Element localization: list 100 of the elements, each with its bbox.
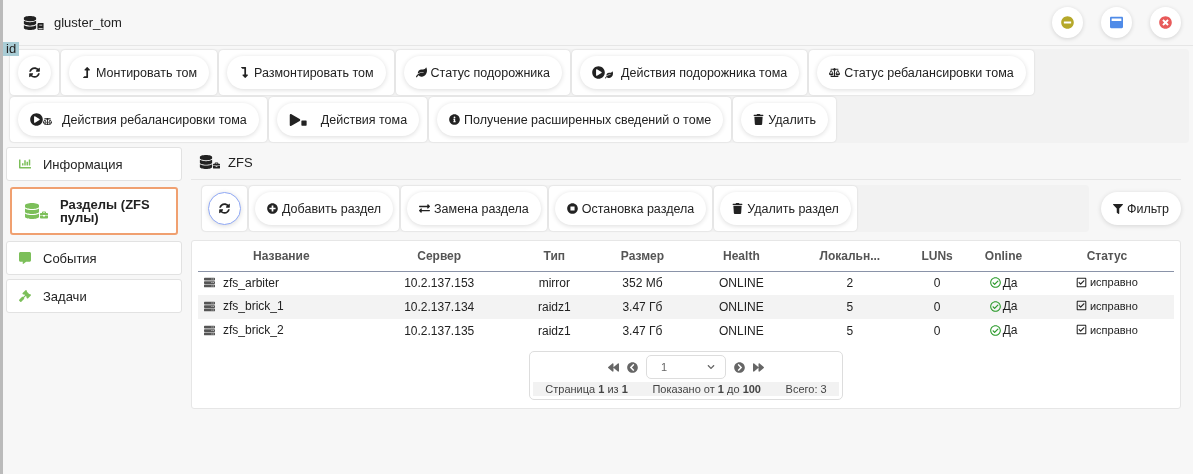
server-icon	[204, 324, 215, 336]
sidebar-item[interactable]: Задачи	[6, 279, 182, 313]
column-header[interactable]: Тип	[513, 241, 595, 271]
sidebar-item[interactable]: Информация	[6, 147, 182, 181]
table-cell: 3.47 Гб	[622, 300, 663, 314]
action-button[interactable]: Статус ребалансировки тома	[817, 56, 1026, 89]
window-title: gluster_tom	[54, 15, 123, 30]
sidebar-label: Информация	[43, 157, 123, 171]
refresh-icon	[219, 203, 230, 214]
check-icon	[989, 324, 1001, 336]
window-icon	[1110, 16, 1123, 29]
gavel-icon	[19, 290, 31, 302]
table-cell: zfs_arbiter	[223, 275, 280, 290]
maximize-button[interactable]	[1101, 7, 1132, 38]
column-header[interactable]: Статус	[1039, 241, 1174, 271]
table-cell: исправно	[1089, 276, 1138, 288]
action-button[interactable]: Действия подорожника тома	[580, 56, 800, 89]
table-cell: 0	[933, 276, 941, 291]
arrow-down-icon	[239, 67, 251, 78]
chevron-down-icon	[707, 363, 715, 371]
server-icon	[204, 277, 215, 288]
action-button[interactable]: Удалить	[741, 103, 828, 136]
filter-button[interactable]: Фильтр	[1101, 192, 1181, 225]
minus-icon	[1061, 16, 1074, 29]
filter-icon	[1113, 203, 1123, 214]
sidebar-label: События	[43, 251, 97, 265]
table-cell: 2	[846, 276, 854, 291]
column-header[interactable]: Online	[967, 241, 1040, 271]
table-cell: 10.2.137.134	[404, 300, 475, 314]
action-button[interactable]: Добавить раздел	[255, 192, 394, 225]
id-tag: id	[3, 42, 20, 56]
swap-icon	[419, 203, 431, 214]
shown-range: Показано от 1 до 100	[652, 383, 761, 395]
table-cell: ONLINE	[719, 324, 764, 338]
play-stop-icon	[288, 113, 307, 126]
action-button[interactable]: Остановка раздела	[554, 192, 707, 225]
check-icon	[989, 277, 1001, 288]
sidebar-item[interactable]: События	[6, 241, 182, 275]
database-icon	[24, 203, 48, 219]
refresh-button[interactable]	[18, 56, 51, 89]
refresh-button[interactable]	[208, 192, 241, 225]
column-header[interactable]: Название	[198, 241, 365, 271]
action-button[interactable]: Статус подорожника	[403, 56, 562, 89]
check-icon	[989, 300, 1001, 312]
action-button[interactable]: Замена раздела	[407, 192, 541, 225]
column-header[interactable]: Размер	[594, 241, 690, 271]
scales-icon	[829, 67, 841, 78]
action-button[interactable]: Действия тома	[276, 103, 420, 136]
chart-icon	[19, 158, 31, 170]
table-cell: zfs_brick_2	[223, 323, 284, 338]
section-title: ZFS	[228, 154, 253, 170]
checkbox-icon	[1075, 324, 1087, 336]
server-icon	[204, 300, 215, 312]
action-button[interactable]: Удалить раздел	[720, 192, 851, 225]
table-cell: zfs_brick_1	[223, 299, 284, 314]
page-select[interactable]: 1	[646, 355, 726, 379]
column-header[interactable]: Сервер	[364, 241, 514, 271]
first-page-icon[interactable]	[608, 361, 619, 373]
table-cell: 352 Мб	[622, 276, 663, 291]
action-button[interactable]: Размонтировать том	[227, 56, 386, 89]
table-cell: исправно	[1089, 323, 1138, 336]
leaf-icon	[415, 67, 427, 78]
table-cell: Да	[1002, 275, 1018, 290]
table-cell: 5	[846, 324, 854, 338]
trash-icon	[753, 114, 765, 125]
database-icon	[23, 15, 44, 30]
table-cell: ONLINE	[719, 300, 764, 314]
column-header[interactable]: Локальн...	[792, 241, 907, 271]
total-count: Всего: 3	[785, 383, 827, 395]
column-header[interactable]: Health	[689, 241, 793, 271]
table-cell: исправно	[1089, 299, 1138, 312]
table-cell: raidz1	[538, 300, 571, 314]
table-cell: Да	[1002, 299, 1018, 314]
prev-page-icon[interactable]	[627, 361, 638, 373]
last-page-icon[interactable]	[753, 361, 764, 373]
trash-icon	[732, 203, 744, 214]
table-cell: 0	[933, 324, 941, 338]
action-button[interactable]: Монтировать том	[69, 56, 210, 89]
column-header[interactable]: LUNs	[906, 241, 968, 271]
table-cell: 10.2.137.153	[404, 276, 475, 291]
table-cell: 3.47 Гб	[622, 324, 663, 338]
action-button[interactable]: Получение расширенных сведений о томе	[437, 103, 724, 136]
page-info: Страница 1 из 1	[545, 383, 628, 395]
table-cell: 0	[933, 300, 941, 314]
play-scales-icon	[30, 113, 52, 126]
refresh-icon	[29, 67, 40, 78]
checkbox-icon	[1075, 300, 1087, 312]
sidebar-label: Разделы (ZFS пулы)	[60, 198, 151, 224]
table-cell: ONLINE	[719, 276, 764, 291]
stop-icon	[566, 203, 578, 214]
sidebar-item[interactable]: Разделы (ZFS пулы)	[10, 187, 178, 235]
checkbox-icon	[1075, 276, 1087, 288]
action-button[interactable]: Действия ребалансировки тома	[18, 103, 259, 136]
info-icon	[449, 114, 461, 125]
sidebar-label: Задачи	[43, 289, 87, 303]
table-cell: Да	[1002, 323, 1018, 338]
close-button[interactable]	[1150, 7, 1181, 38]
database-icon	[199, 155, 220, 169]
table-cell: raidz1	[538, 324, 571, 338]
next-page-icon[interactable]	[734, 361, 745, 373]
